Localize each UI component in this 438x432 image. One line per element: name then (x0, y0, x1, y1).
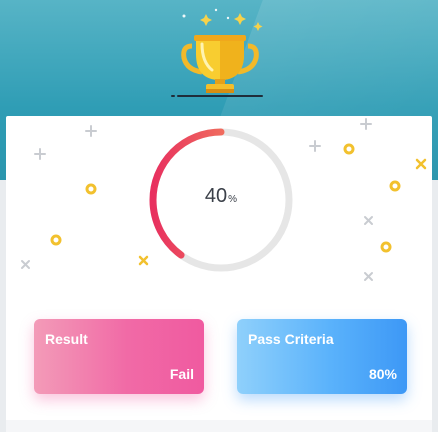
card-footer (6, 420, 432, 432)
progress-value: 40% (148, 185, 294, 208)
sparkle-icon (253, 22, 263, 31)
result-card: Result Fail (34, 319, 204, 394)
result-label: Result (45, 331, 88, 347)
progress-unit: % (228, 194, 238, 205)
pass-criteria-label: Pass Criteria (248, 331, 334, 347)
sparkle-icon (200, 14, 212, 26)
sparkle-icon (234, 13, 246, 25)
trophy-icon (171, 8, 263, 97)
pass-criteria-card: Pass Criteria 80% (237, 319, 407, 394)
result-value: Fail (169, 366, 194, 382)
pass-criteria-value: 80% (368, 366, 397, 382)
progress-number: 40 (204, 185, 228, 207)
